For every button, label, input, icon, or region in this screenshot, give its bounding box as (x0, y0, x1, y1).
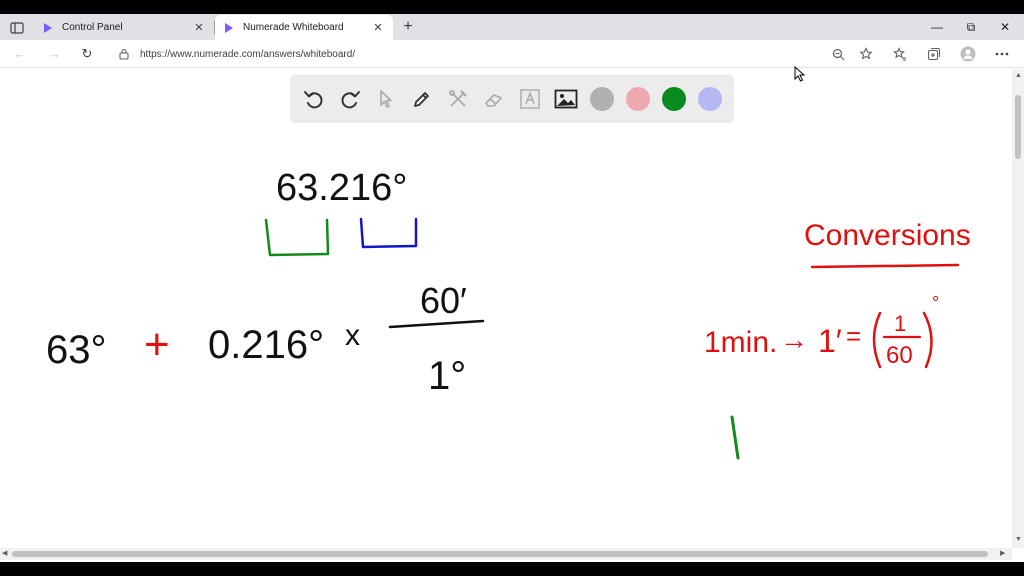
tools-icon (448, 89, 467, 107)
color-swatch-green[interactable] (662, 87, 686, 111)
top-number: 63.216° (276, 167, 407, 209)
expression-term1: 63° (46, 328, 107, 372)
tab-close-icon[interactable]: ✕ (371, 21, 385, 34)
undo-button[interactable] (300, 85, 328, 113)
zoom-out-icon (832, 48, 844, 60)
tab-title: Control Panel (62, 22, 123, 33)
browser-window: Control Panel ✕ Numerade Whiteboard ✕ + … (0, 14, 1024, 562)
zoom-button[interactable] (828, 45, 848, 63)
url-text: https://www.numerade.com/answers/whitebo… (140, 48, 356, 60)
collections-icon (927, 47, 941, 61)
expression-times: x (345, 319, 360, 352)
tab-actions-button[interactable] (4, 18, 30, 38)
star-add-icon (859, 47, 873, 60)
text-icon (520, 89, 540, 109)
undo-icon (304, 91, 323, 109)
horizontal-scrollbar[interactable]: ◀ ▶ (0, 548, 1012, 560)
color-swatch-gray[interactable] (590, 87, 614, 111)
redo-icon (341, 91, 360, 109)
numerade-favicon-icon (225, 22, 233, 33)
restore-button[interactable]: ⧉ (956, 18, 986, 36)
avatar-icon (960, 46, 976, 62)
forward-button[interactable]: → (44, 45, 64, 63)
scroll-down-icon[interactable]: ▼ (1015, 535, 1022, 545)
tab-title: Numerade Whiteboard (243, 22, 344, 33)
whiteboard-toolbar (290, 75, 734, 123)
settings-menu-button[interactable] (992, 45, 1012, 63)
conversion-prime: 1′ (818, 323, 842, 359)
green-bracket (264, 218, 330, 257)
expression-term2: 0.216° (208, 323, 324, 367)
tab-numerade-whiteboard[interactable]: Numerade Whiteboard ✕ (215, 15, 393, 40)
numerade-favicon-icon (44, 22, 52, 33)
add-favorite-button[interactable] (856, 45, 876, 63)
image-icon (554, 89, 578, 109)
mouse-cursor-icon (794, 66, 806, 82)
conversions-underline (810, 263, 960, 269)
new-tab-button[interactable]: + (398, 17, 418, 37)
conversion-degree: ° (932, 293, 939, 313)
conversion-arrow: → (780, 324, 808, 355)
fraction-denominator: 1° (428, 354, 466, 398)
profile-button[interactable] (958, 45, 978, 63)
favorites-button[interactable] (890, 45, 910, 63)
whiteboard-canvas[interactable]: 63.216° 63° + 0.216° x 60′ 1° Conversion… (0, 69, 1012, 548)
collections-button[interactable] (924, 45, 944, 63)
eraser-button[interactable] (480, 85, 508, 113)
expression-plus: + (144, 320, 170, 369)
tab-actions-icon (10, 22, 24, 34)
fraction-bar (388, 319, 485, 329)
conversion-lhs: 1min. (704, 326, 777, 359)
navigation-bar: ← → ↻ https://www.numerade.com/answers/w… (0, 40, 1024, 68)
pen-icon (414, 92, 429, 107)
scroll-up-icon[interactable]: ▲ (1015, 71, 1022, 81)
vertical-scroll-thumb[interactable] (1015, 95, 1021, 159)
pointer-icon (380, 90, 392, 108)
text-tool-button[interactable] (516, 85, 544, 113)
conversion-fraction-num: 1 (894, 311, 906, 336)
image-tool-button[interactable] (552, 85, 580, 113)
conversion-equals: = (846, 321, 861, 351)
select-tool-button[interactable] (372, 85, 400, 113)
favorites-icon (893, 47, 906, 61)
redo-button[interactable] (336, 85, 364, 113)
close-window-button[interactable]: ✕ (990, 18, 1020, 36)
more-icon (995, 52, 1009, 56)
whiteboard-page: 63.216° 63° + 0.216° x 60′ 1° Conversion… (0, 69, 1012, 548)
scroll-right-icon[interactable]: ▶ (1000, 549, 1005, 559)
minimize-button[interactable]: — (922, 18, 952, 36)
right-paren (922, 311, 933, 369)
eraser-icon (485, 94, 502, 107)
horizontal-scroll-thumb[interactable] (12, 551, 988, 557)
refresh-button[interactable]: ↻ (77, 45, 97, 63)
green-ink-stroke (730, 415, 740, 460)
color-swatch-lavender[interactable] (698, 87, 722, 111)
tab-control-panel[interactable]: Control Panel ✕ (34, 15, 214, 40)
pen-tool-button[interactable] (408, 85, 436, 113)
tools-button[interactable] (444, 85, 472, 113)
tab-close-icon[interactable]: ✕ (192, 21, 206, 34)
fraction-numerator: 60′ (420, 280, 467, 321)
conversion-fraction-den: 60 (886, 342, 913, 369)
blue-bracket (359, 217, 418, 249)
tab-strip: Control Panel ✕ Numerade Whiteboard ✕ + … (0, 14, 1024, 40)
lock-icon (119, 48, 129, 60)
back-button[interactable]: ← (10, 45, 30, 63)
left-paren (872, 311, 882, 369)
conversions-heading: Conversions (804, 219, 971, 252)
address-bar[interactable]: https://www.numerade.com/answers/whitebo… (108, 42, 850, 66)
vertical-scrollbar[interactable]: ▲ ▼ (1012, 69, 1024, 548)
scroll-left-icon[interactable]: ◀ (2, 549, 7, 559)
color-swatch-pink[interactable] (626, 87, 650, 111)
